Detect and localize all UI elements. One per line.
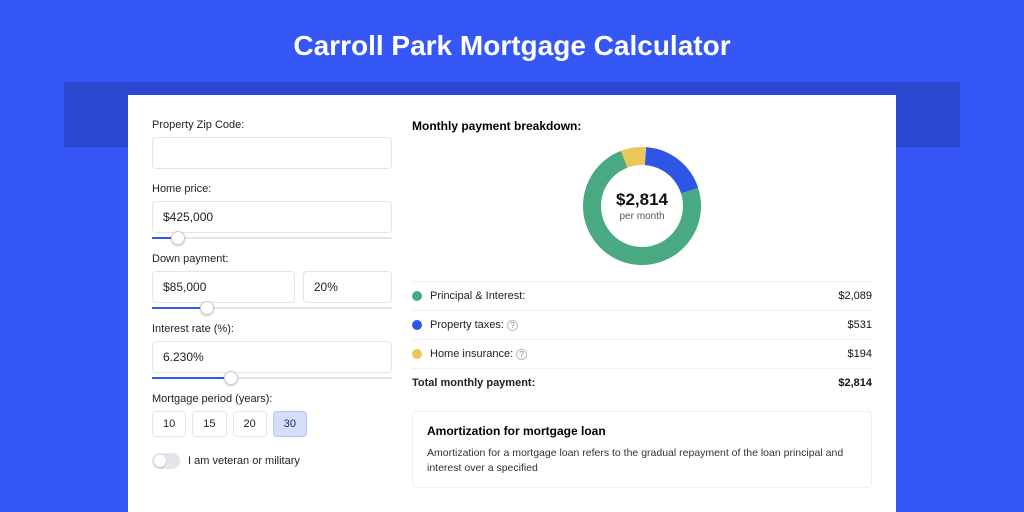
amortization-title: Amortization for mortgage loan	[427, 424, 857, 438]
row-value: $531	[848, 319, 872, 331]
donut-value: $2,814	[616, 190, 668, 210]
home-price-slider[interactable]	[152, 237, 392, 239]
dot-icon	[412, 349, 422, 359]
breakdown-panel: Monthly payment breakdown: $2,814 per mo…	[412, 119, 872, 512]
row-label: Home insurance:	[430, 348, 513, 360]
period-option-10[interactable]: 10	[152, 411, 186, 437]
breakdown-title: Monthly payment breakdown:	[412, 119, 872, 133]
down-payment-amount-input[interactable]	[152, 271, 295, 303]
donut-sub: per month	[619, 211, 664, 222]
calculator-card: Property Zip Code: Home price: Down paym…	[128, 95, 896, 512]
zip-input[interactable]	[152, 137, 392, 169]
interest-slider[interactable]	[152, 377, 392, 379]
interest-input[interactable]	[152, 341, 392, 373]
slider-thumb[interactable]	[224, 371, 238, 385]
down-payment-pct-input[interactable]	[303, 271, 392, 303]
dot-icon	[412, 320, 422, 330]
row-label: Property taxes:	[430, 319, 504, 331]
donut-chart: $2,814 per month	[412, 145, 872, 267]
period-field: Mortgage period (years): 10 15 20 30	[152, 393, 392, 437]
dot-icon	[412, 291, 422, 301]
zip-label: Property Zip Code:	[152, 119, 392, 131]
form-panel: Property Zip Code: Home price: Down paym…	[152, 119, 392, 512]
down-payment-slider[interactable]	[152, 307, 392, 309]
page-title: Carroll Park Mortgage Calculator	[0, 30, 1024, 62]
down-payment-field: Down payment:	[152, 253, 392, 309]
veteran-row: I am veteran or military	[152, 453, 392, 469]
veteran-label: I am veteran or military	[188, 455, 300, 467]
row-total: Total monthly payment: $2,814	[412, 368, 872, 397]
row-property-taxes: Property taxes: ? $531	[412, 310, 872, 339]
donut-center: $2,814 per month	[601, 165, 683, 247]
row-value: $2,089	[838, 290, 872, 302]
row-home-insurance: Home insurance: ? $194	[412, 339, 872, 368]
interest-field: Interest rate (%):	[152, 323, 392, 379]
down-payment-label: Down payment:	[152, 253, 392, 265]
home-price-field: Home price:	[152, 183, 392, 239]
period-option-15[interactable]: 15	[192, 411, 226, 437]
total-value: $2,814	[838, 377, 872, 389]
veteran-toggle[interactable]	[152, 453, 180, 469]
row-value: $194	[848, 348, 872, 360]
page-header: Carroll Park Mortgage Calculator	[0, 0, 1024, 82]
amortization-text: Amortization for a mortgage loan refers …	[427, 446, 857, 475]
period-options: 10 15 20 30	[152, 411, 392, 437]
home-price-input[interactable]	[152, 201, 392, 233]
amortization-card: Amortization for mortgage loan Amortizat…	[412, 411, 872, 488]
row-label: Principal & Interest:	[430, 290, 525, 302]
row-principal-interest: Principal & Interest: $2,089	[412, 281, 872, 310]
period-option-20[interactable]: 20	[233, 411, 267, 437]
period-option-30[interactable]: 30	[273, 411, 307, 437]
slider-thumb[interactable]	[200, 301, 214, 315]
home-price-label: Home price:	[152, 183, 392, 195]
interest-label: Interest rate (%):	[152, 323, 392, 335]
info-icon[interactable]: ?	[516, 349, 527, 360]
slider-thumb[interactable]	[171, 231, 185, 245]
info-icon[interactable]: ?	[507, 320, 518, 331]
zip-field: Property Zip Code:	[152, 119, 392, 169]
period-label: Mortgage period (years):	[152, 393, 392, 405]
total-label: Total monthly payment:	[412, 377, 535, 389]
